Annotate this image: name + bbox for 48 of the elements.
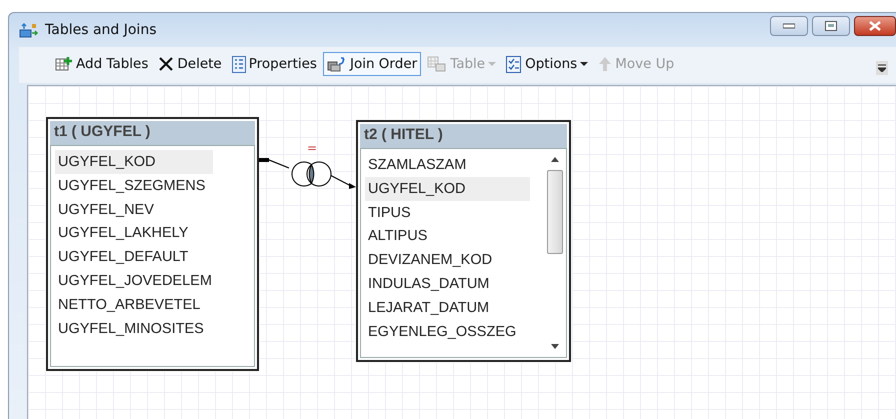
column-item[interactable]: UGYFEL_MINOSITES: [55, 316, 213, 340]
join-connector[interactable]: [259, 158, 356, 189]
table-card[interactable]: t2 ( HITEL ) SZAMLASZAM UGYFEL_KOD TIPUS ALTIPUS DEVIZANEM_KOD INDULAS_DATUM LEJARAT_DATUM EGYENLEG_OSSZEG: [356, 120, 571, 362]
column-item[interactable]: NETTO_ARBEVETEL: [55, 292, 213, 317]
window-title: Tables and Joins: [45, 22, 156, 38]
tables-arrow-icon: [326, 56, 347, 72]
column-item[interactable]: LEJARAT_DATUM: [365, 296, 530, 320]
close-icon: [869, 21, 881, 31]
toolbar-button[interactable]: Join Order: [322, 52, 422, 76]
up-arrow-icon: [598, 56, 612, 72]
list-icon: [232, 56, 246, 72]
column-item[interactable]: UGYFEL_SZEGMENS: [55, 174, 213, 198]
column-item[interactable]: UGYFEL_KOD: [55, 150, 213, 174]
column-item[interactable]: UGYFEL_JOVEDELEM: [55, 268, 213, 293]
table-icon: [427, 56, 448, 72]
column-item[interactable]: UGYFEL_KOD: [365, 176, 530, 201]
checklist-icon: [506, 56, 522, 72]
maximize-icon: [825, 21, 837, 31]
table-plus-icon: [55, 56, 73, 72]
scroll-thumb[interactable]: [547, 170, 563, 254]
column-item[interactable]: TIPUS: [365, 200, 530, 224]
column-item[interactable]: DEVIZANEM_KOD: [365, 248, 530, 272]
column-item[interactable]: INDULAS_DATUM: [365, 272, 530, 296]
maximize-button[interactable]: [812, 16, 850, 36]
toolbar-button[interactable]: Delete: [154, 52, 226, 76]
delete-icon: [158, 56, 174, 72]
table-title[interactable]: t1 ( UGYFEL ): [50, 121, 255, 145]
join-icon[interactable]: [292, 162, 332, 186]
tables-icon: [19, 22, 39, 38]
toolbar-overflow-button[interactable]: [876, 61, 888, 75]
minimize-icon: [783, 23, 795, 29]
column-item[interactable]: UGYFEL_DEFAULT: [55, 245, 213, 269]
scroll-down-icon[interactable]: [551, 344, 559, 349]
toolbar-button[interactable]: Add Tables: [51, 52, 152, 76]
column-item[interactable]: UGYFEL_LAKHELY: [55, 221, 213, 246]
column-item[interactable]: SZAMLASZAM: [365, 153, 530, 177]
overflow-icon: [878, 64, 886, 72]
column-item[interactable]: ALTIPUS: [365, 224, 530, 248]
scroll-up-icon[interactable]: [551, 157, 559, 162]
column-item[interactable]: UGYFEL_NEV: [55, 198, 213, 222]
table-title[interactable]: t2 ( HITEL ): [360, 124, 567, 148]
close-button[interactable]: [854, 16, 896, 36]
table-card[interactable]: t1 ( UGYFEL ) UGYFEL_KOD UGYFEL_SZEGMENS UGYFEL_NEV UGYFEL_LAKHELY UGYFEL_DEFAULT UGYFEL_JOVEDELEM NETTO_ARBEVETEL UGYFEL_MINOSITES: [46, 117, 259, 371]
toolbar-button[interactable]: Properties: [228, 52, 321, 76]
minimize-button[interactable]: [770, 16, 808, 36]
column-item[interactable]: EGYENLEG_OSSZEG: [365, 320, 530, 344]
join-operator: =: [306, 141, 318, 155]
toolbar-button[interactable]: Options: [502, 52, 592, 76]
